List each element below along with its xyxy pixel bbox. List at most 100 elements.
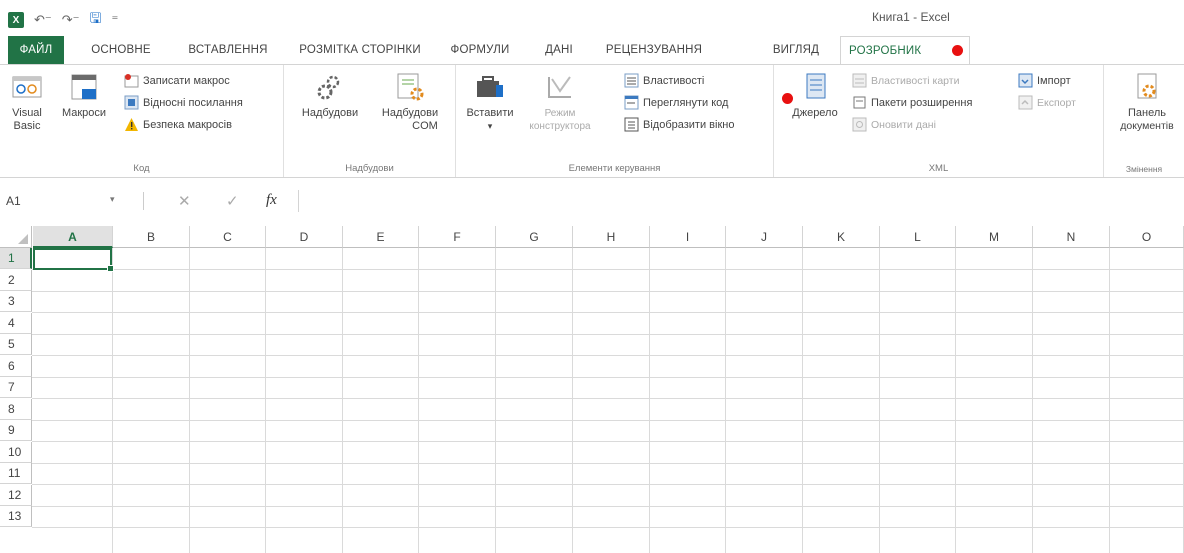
name-box-dropdown-icon[interactable]: ▾ [110, 194, 115, 205]
properties-button[interactable]: Властивості [624, 73, 704, 88]
column-header-i[interactable]: I [650, 226, 726, 248]
macros-label: Макроси [61, 107, 107, 119]
group-addins: Надбудови Надбудови COM Надбудови [284, 65, 456, 177]
title-bar: X ↶⁻ ↷⁻ 🖫 ⁼ Книга1 - Excel [0, 0, 1184, 36]
macro-security-button[interactable]: Безпека макросів [124, 117, 232, 132]
document-panel-button[interactable]: Панель документів [1110, 71, 1184, 133]
tab-review[interactable]: РЕЦЕНЗУВАННЯ [594, 36, 714, 64]
column-header-e[interactable]: E [343, 226, 419, 248]
relative-references-button[interactable]: Відносні посилання [124, 95, 243, 110]
row-header-3[interactable]: 3 [0, 291, 32, 312]
tab-formulas[interactable]: ФОРМУЛИ [440, 36, 520, 64]
row-header-9[interactable]: 9 [0, 420, 32, 441]
map-properties-label: Властивості карти [871, 74, 960, 87]
map-properties-button[interactable]: Властивості карти [852, 73, 959, 88]
com-addins-button[interactable]: Надбудови COM [370, 71, 450, 133]
grid-row-line [32, 484, 1184, 485]
grid-column-line [495, 248, 496, 553]
row-header-4[interactable]: 4 [0, 312, 32, 334]
refresh-icon [852, 117, 867, 132]
xml-source-label: Джерело [792, 107, 838, 119]
column-header-f[interactable]: F [419, 226, 496, 248]
grid-column-line [189, 248, 190, 553]
formula-input[interactable] [298, 190, 1182, 212]
row-header-8[interactable]: 8 [0, 398, 32, 420]
name-box[interactable]: A1 [4, 190, 124, 212]
worksheet-grid[interactable]: A B C D E F G H I J K L M N O 1 2 3 4 5 6 7 8 9 10 11 12 13 [0, 226, 1184, 553]
document-panel-label-2: документів [1120, 120, 1174, 132]
grid-row-line [32, 505, 1184, 507]
column-header-g[interactable]: G [496, 226, 573, 248]
row-header-1[interactable]: 1 [0, 248, 32, 269]
tab-page-layout[interactable]: РОЗМІТКА СТОРІНКИ [290, 36, 430, 64]
macros-button[interactable]: Макроси [54, 71, 114, 120]
column-header-h[interactable]: H [573, 226, 650, 248]
column-header-l[interactable]: L [880, 226, 956, 248]
tab-developer[interactable]: РОЗРОБНИК [840, 36, 970, 65]
grid-row-line [32, 527, 1184, 528]
grid-column-line [802, 248, 803, 553]
tab-file[interactable]: ФАЙЛ [8, 36, 64, 64]
column-header-o[interactable]: O [1110, 226, 1184, 248]
view-code-button[interactable]: Переглянути код [624, 95, 728, 110]
enter-icon[interactable]: ✓ [226, 192, 239, 210]
column-header-n[interactable]: N [1033, 226, 1110, 248]
red-marker-dot [952, 45, 963, 56]
save-icon[interactable]: 🖫 [90, 8, 102, 32]
row-header-7[interactable]: 7 [0, 377, 32, 398]
column-header-d[interactable]: D [266, 226, 343, 248]
show-window-button[interactable]: Відобразити вікно [624, 117, 734, 132]
column-header-a[interactable]: A [33, 226, 113, 248]
export-button[interactable]: Експорт [1018, 95, 1076, 110]
column-header-c[interactable]: C [190, 226, 266, 248]
window-icon [624, 117, 639, 132]
column-header-m[interactable]: M [956, 226, 1033, 248]
group-xml-label: XML [928, 163, 949, 174]
refresh-data-button[interactable]: Оновити дані [852, 117, 936, 132]
tab-insert[interactable]: ВСТАВЛЕННЯ [178, 36, 278, 64]
grid-row-line [32, 312, 1184, 313]
select-all-corner[interactable] [0, 226, 32, 248]
row-header-6[interactable]: 6 [0, 355, 32, 377]
redo-icon[interactable]: ↷⁻ [62, 12, 80, 28]
row-header-10[interactable]: 10 [0, 441, 32, 463]
import-button[interactable]: Імпорт [1018, 73, 1071, 88]
active-cell-a1[interactable] [33, 248, 114, 272]
tab-home[interactable]: ОСНОВНЕ [80, 36, 162, 64]
column-header-b[interactable]: B [113, 226, 190, 248]
expansion-packs-button[interactable]: Пакети розширення [852, 95, 972, 110]
record-macro-button[interactable]: Записати макрос [124, 73, 230, 88]
tab-view[interactable]: ВИГЛЯД [760, 36, 832, 64]
insert-function-icon[interactable]: fx [266, 192, 277, 209]
addins-button[interactable]: Надбудови [292, 71, 368, 120]
group-controls-label: Елементи керування [568, 163, 661, 174]
customize-qat-icon[interactable]: ⁼ [111, 12, 118, 28]
xml-source-button[interactable]: Джерело [788, 71, 842, 120]
undo-icon[interactable]: ↶⁻ [34, 12, 52, 28]
cancel-icon[interactable]: ✕ [178, 192, 191, 210]
row-header-5[interactable]: 5 [0, 334, 32, 355]
chevron-down-icon: ▾ [487, 121, 493, 131]
insert-control-button[interactable]: Вставити ▾ [458, 71, 522, 133]
column-header-k[interactable]: K [803, 226, 880, 248]
ribbon: Visual Basic Макроси Записати макрос Від… [0, 64, 1184, 178]
grid-row-line [32, 419, 1184, 421]
grid-column-line [342, 248, 343, 553]
tab-data[interactable]: ДАНІ [534, 36, 584, 64]
properties-label: Властивості [643, 74, 705, 87]
formula-bar: A1 ▾ ✕ ✓ fx [0, 188, 1184, 214]
row-header-12[interactable]: 12 [0, 484, 32, 506]
design-mode-button[interactable]: Режим конструктора [522, 71, 598, 133]
row-header-2[interactable]: 2 [0, 269, 32, 291]
tab-developer-label: РОЗРОБНИК [849, 45, 922, 57]
column-header-j[interactable]: J [726, 226, 803, 248]
row-header-11[interactable]: 11 [0, 463, 32, 484]
row-header-13[interactable]: 13 [0, 506, 32, 527]
import-label: Імпорт [1037, 74, 1071, 87]
export-icon [1018, 95, 1033, 110]
visual-basic-button[interactable]: Visual Basic [2, 71, 52, 133]
design-mode-icon [548, 76, 571, 98]
show-window-label: Відобразити вікно [643, 118, 735, 131]
document-panel-label-1: Панель [1127, 107, 1166, 119]
refresh-data-label: Оновити дані [871, 118, 936, 131]
